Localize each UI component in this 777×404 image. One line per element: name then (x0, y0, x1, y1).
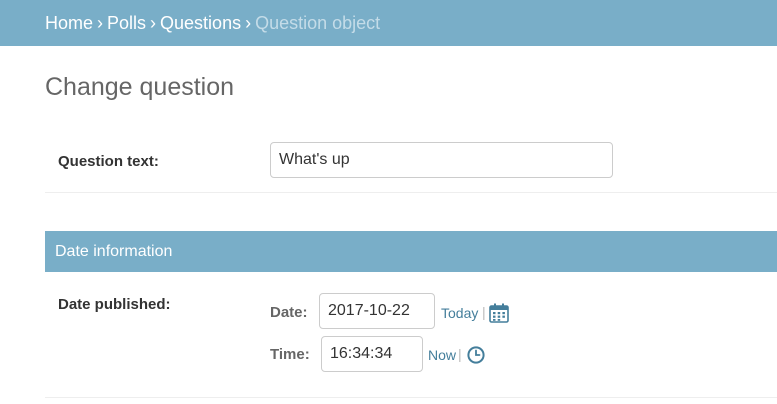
time-label: Time: (270, 346, 310, 363)
breadcrumb-polls-link[interactable]: Polls (107, 13, 146, 33)
breadcrumb-home-link[interactable]: Home (45, 13, 93, 33)
today-link[interactable]: Today (441, 305, 478, 321)
clock-icon[interactable] (467, 346, 485, 364)
date-input[interactable] (319, 293, 435, 329)
question-text-row: Question text: (45, 130, 777, 193)
question-text-input[interactable] (270, 142, 613, 178)
breadcrumb-separator: › (150, 13, 157, 33)
page-title: Change question (45, 73, 235, 101)
shortcut-separator: | (482, 304, 486, 320)
date-label: Date: (270, 304, 308, 321)
breadcrumb-separator: › (97, 13, 104, 33)
time-input[interactable] (321, 336, 423, 372)
breadcrumb: Home › Polls › Questions › Question object (0, 0, 777, 46)
question-text-label: Question text: (58, 153, 159, 170)
shortcut-separator: | (458, 346, 462, 362)
breadcrumb-current: Question object (255, 13, 381, 33)
now-link[interactable]: Now (428, 347, 456, 363)
calendar-icon[interactable] (489, 303, 509, 323)
date-published-label: Date published: (58, 296, 171, 313)
date-information-header: Date information (45, 231, 777, 272)
breadcrumb-questions-link[interactable]: Questions (160, 13, 241, 33)
date-published-row: Date published: Date: Today | Time: Now … (45, 273, 777, 398)
breadcrumb-separator: › (245, 13, 252, 33)
